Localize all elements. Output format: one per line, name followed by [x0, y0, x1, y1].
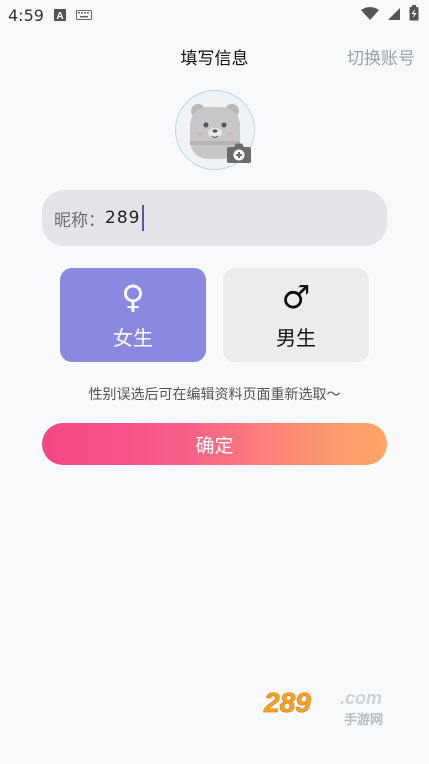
battery-charging-icon [409, 5, 419, 25]
male-symbol-icon: ♂ [281, 277, 311, 316]
confirm-button[interactable]: 确定 [42, 423, 387, 465]
status-left: 4:59 A [8, 6, 92, 25]
nickname-field[interactable]: 昵称： 289 [42, 190, 387, 246]
avatar-picker[interactable] [175, 90, 255, 170]
svg-text:A: A [56, 11, 63, 21]
status-bar: 4:59 A [0, 0, 429, 30]
text-caret [142, 205, 145, 231]
header: 填写信息 切换账号 [0, 40, 429, 72]
watermark-logo: 289 .com 手游网 [262, 686, 412, 728]
gender-female-label: 女生 [113, 325, 153, 350]
nickname-input[interactable]: 289 [105, 208, 140, 228]
switch-account-button[interactable]: 切换账号 [347, 44, 415, 69]
a-badge-icon: A [53, 6, 66, 25]
svg-text:.com: .com [340, 688, 382, 708]
keyboard-icon [75, 6, 92, 25]
status-time: 4:59 [8, 5, 44, 25]
gender-hint: 性别误选后可在编辑资料页面重新选取～ [88, 387, 341, 403]
status-right [361, 5, 419, 25]
gender-female-option[interactable]: ♀ 女生 [60, 268, 206, 362]
female-symbol-icon: ♀ [121, 277, 145, 316]
gender-male-option[interactable]: ♂ 男生 [223, 268, 369, 362]
wifi-icon [361, 6, 379, 25]
svg-text:289: 289 [263, 687, 311, 718]
svg-text:手游网: 手游网 [344, 712, 383, 728]
cellular-icon [387, 6, 401, 25]
gender-male-label: 男生 [276, 325, 316, 350]
confirm-button-label: 确定 [195, 434, 234, 457]
nickname-label: 昵称： [54, 210, 105, 231]
camera-add-icon[interactable] [226, 142, 252, 164]
